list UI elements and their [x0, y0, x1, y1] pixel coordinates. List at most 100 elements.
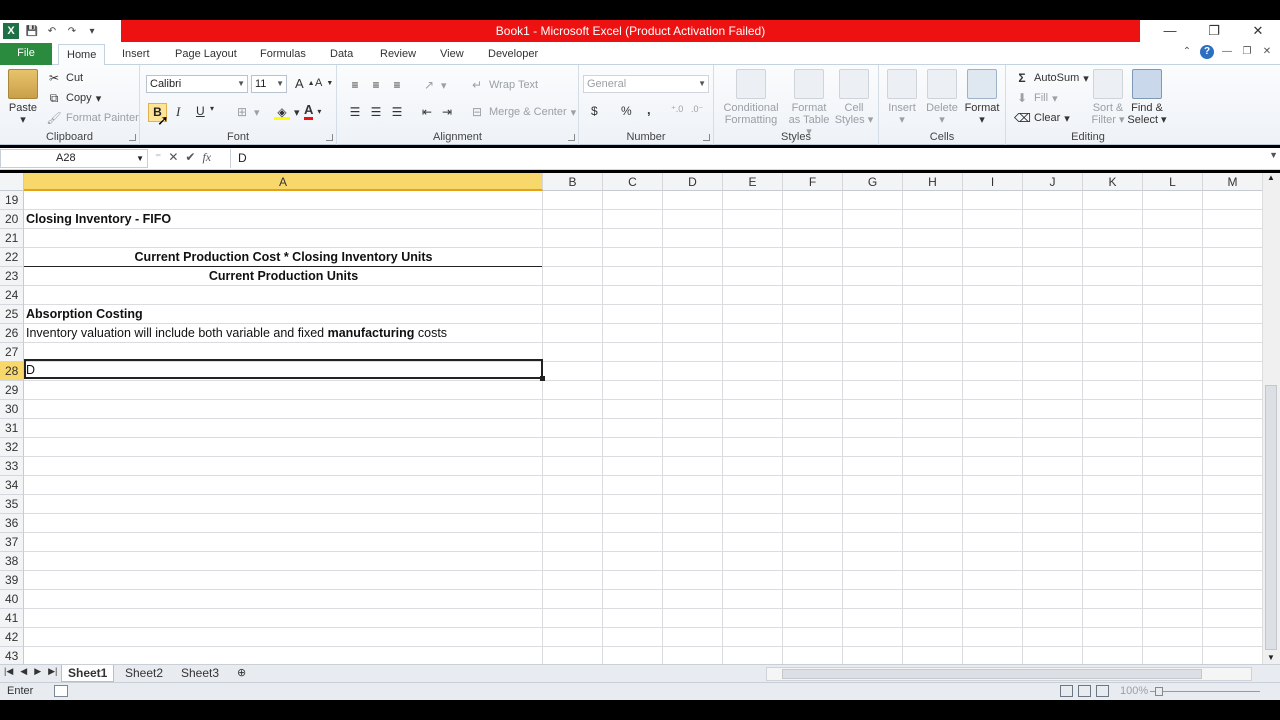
zoom-slider-knob[interactable]: [1155, 687, 1163, 696]
row-header[interactable]: 40: [0, 590, 24, 609]
tab-developer[interactable]: Developer: [480, 44, 546, 65]
align-right-button[interactable]: ☰: [389, 104, 405, 120]
row-header[interactable]: 32: [0, 438, 24, 457]
vertical-scroll-thumb[interactable]: [1265, 385, 1277, 650]
underline-dropdown-icon[interactable]: ▾: [210, 104, 214, 113]
find-select-button[interactable]: Find & Select ▾: [1127, 69, 1167, 126]
wrap-text-button[interactable]: ↵ Wrap Text: [469, 77, 538, 93]
column-header-a[interactable]: A: [24, 173, 543, 191]
row-header[interactable]: 21: [0, 229, 24, 248]
number-launcher-icon[interactable]: [703, 134, 710, 141]
row-header[interactable]: 28: [0, 362, 24, 381]
cell-a25[interactable]: Absorption Costing: [24, 305, 143, 324]
tab-view[interactable]: View: [432, 44, 472, 65]
format-painter-button[interactable]: 🖌 Format Painter: [46, 110, 138, 126]
row-header[interactable]: 26: [0, 324, 24, 343]
cell-a26[interactable]: Inventory valuation will include both va…: [24, 324, 447, 343]
column-header-j[interactable]: J: [1023, 173, 1083, 191]
select-all-corner[interactable]: [0, 173, 24, 191]
row-header[interactable]: 23: [0, 267, 24, 286]
merge-center-button[interactable]: ⊟ Merge & Center ▾: [469, 104, 576, 120]
customize-toolbar-icon[interactable]: ▾: [85, 24, 99, 38]
enter-icon[interactable]: ✔: [185, 150, 195, 165]
row-header[interactable]: 39: [0, 571, 24, 590]
increase-indent-button[interactable]: ⇥: [439, 104, 455, 120]
horizontal-scroll-thumb[interactable]: [782, 669, 1202, 679]
cell-a23[interactable]: Current Production Units: [24, 267, 543, 286]
row-header[interactable]: 19: [0, 191, 24, 210]
scroll-down-icon[interactable]: ▼: [1267, 653, 1275, 662]
row-header[interactable]: 35: [0, 495, 24, 514]
expand-formula-bar-icon[interactable]: ▼: [1269, 150, 1278, 160]
cut-button[interactable]: ✂ Cut: [46, 70, 83, 86]
row-header[interactable]: 24: [0, 286, 24, 305]
row-header[interactable]: 29: [0, 381, 24, 400]
cell-a22[interactable]: Current Production Cost * Closing Invent…: [24, 248, 543, 267]
cell-a20[interactable]: Closing Inventory - FIFO: [24, 210, 171, 229]
row-header[interactable]: 25: [0, 305, 24, 324]
tab-home[interactable]: Home: [58, 44, 106, 65]
font-size-combo[interactable]: 11 ▼: [251, 75, 287, 93]
column-header-k[interactable]: K: [1083, 173, 1143, 191]
minimize-ribbon-icon[interactable]: ⌃: [1180, 45, 1194, 59]
row-header[interactable]: 27: [0, 343, 24, 362]
clear-button[interactable]: ⌫ Clear ▾: [1014, 110, 1070, 126]
column-header-m[interactable]: M: [1203, 173, 1262, 191]
autosum-button[interactable]: Σ AutoSum ▾: [1014, 70, 1088, 86]
copy-button[interactable]: ⧉ Copy ▾: [46, 90, 102, 106]
sort-filter-button[interactable]: Sort & Filter ▾: [1090, 69, 1126, 126]
insert-sheet-icon[interactable]: ⊕: [237, 665, 246, 682]
tab-review[interactable]: Review: [372, 44, 424, 65]
orientation-button[interactable]: ↗ ▾: [421, 77, 447, 93]
row-header[interactable]: 22: [0, 248, 24, 267]
sheet-tab-sheet3[interactable]: Sheet3: [181, 665, 219, 682]
save-icon[interactable]: 💾: [25, 24, 39, 38]
underline-button[interactable]: U: [196, 104, 205, 118]
workbook-minimize-icon[interactable]: —: [1220, 45, 1234, 59]
row-header[interactable]: 30: [0, 400, 24, 419]
font-color-button[interactable]: A ▾: [304, 103, 321, 120]
fill-handle[interactable]: [540, 376, 545, 381]
font-name-combo[interactable]: Calibri ▼: [146, 75, 248, 93]
alignment-launcher-icon[interactable]: [568, 134, 575, 141]
formula-input[interactable]: D: [230, 149, 1265, 168]
shrink-font-button[interactable]: A ▼: [315, 77, 333, 89]
format-cells-button[interactable]: Format ▾: [963, 69, 1001, 126]
column-header-g[interactable]: G: [843, 173, 903, 191]
increase-decimal-button[interactable]: ⁺.0: [671, 104, 683, 115]
cancel-icon[interactable]: ✕: [168, 150, 178, 165]
normal-view-icon[interactable]: [1060, 685, 1073, 697]
middle-align-button[interactable]: ≡: [368, 77, 384, 93]
column-header-c[interactable]: C: [603, 173, 663, 191]
last-sheet-icon[interactable]: ▶|: [48, 666, 57, 677]
bottom-align-button[interactable]: ≡: [389, 77, 405, 93]
grow-font-button[interactable]: A ▲: [295, 76, 315, 91]
format-as-table-button[interactable]: Format as Table ▾: [786, 69, 832, 138]
sheet-tab-sheet2[interactable]: Sheet2: [125, 665, 163, 682]
font-launcher-icon[interactable]: [326, 134, 333, 141]
page-break-view-icon[interactable]: [1096, 685, 1109, 697]
decrease-indent-button[interactable]: ⇤: [419, 104, 435, 120]
tab-page-layout[interactable]: Page Layout: [167, 44, 245, 65]
vertical-scrollbar[interactable]: ▲ ▼: [1262, 173, 1280, 664]
fill-button[interactable]: ⬇ Fill ▾: [1014, 90, 1058, 106]
decrease-decimal-button[interactable]: .0⁻: [691, 104, 703, 115]
tab-data[interactable]: Data: [322, 44, 361, 65]
number-format-combo[interactable]: General ▼: [583, 75, 709, 93]
help-icon[interactable]: ?: [1200, 45, 1214, 59]
borders-button[interactable]: ⊞ ▾: [234, 104, 260, 120]
first-sheet-icon[interactable]: |◀: [4, 666, 13, 677]
undo-icon[interactable]: ↶: [45, 24, 59, 38]
row-header[interactable]: 34: [0, 476, 24, 495]
fill-color-button[interactable]: ◈ ▾: [274, 104, 300, 120]
workbook-close-icon[interactable]: ✕: [1260, 45, 1274, 59]
page-layout-view-icon[interactable]: [1078, 685, 1091, 697]
row-header[interactable]: 37: [0, 533, 24, 552]
row-header[interactable]: 41: [0, 609, 24, 628]
horizontal-scrollbar[interactable]: [766, 667, 1252, 681]
row-header[interactable]: 36: [0, 514, 24, 533]
redo-icon[interactable]: ↷: [65, 24, 79, 38]
column-header-l[interactable]: L: [1143, 173, 1203, 191]
row-header[interactable]: 42: [0, 628, 24, 647]
sheet-tab-sheet1[interactable]: Sheet1: [61, 665, 115, 682]
